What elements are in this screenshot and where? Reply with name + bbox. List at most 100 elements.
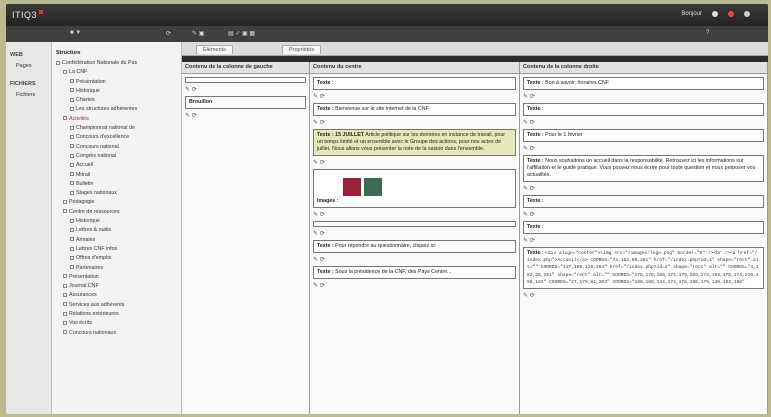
tree-node[interactable]: Accueil (56, 161, 177, 170)
tree-node[interactable]: Confédération Nationale du Pas (56, 59, 177, 68)
save-icon[interactable]: ■ ▼ (70, 30, 81, 36)
expand-icon[interactable] (70, 227, 74, 232)
expand-icon[interactable] (70, 144, 74, 149)
tree-node[interactable]: Congrès national (56, 152, 177, 161)
edit-element-icon[interactable]: ✎ ⟳ (523, 93, 764, 100)
edit-element-icon[interactable]: ✎ ⟳ (313, 93, 516, 100)
nav-item-files[interactable]: Fichiers (10, 90, 47, 100)
nav-item-pages[interactable]: Pages (10, 61, 47, 71)
tree-node[interactable]: Mitrail (56, 171, 177, 180)
content-element[interactable]: Brouillon (185, 96, 306, 109)
expand-icon[interactable] (70, 79, 74, 84)
expand-icon[interactable] (56, 60, 60, 65)
expand-icon[interactable] (63, 283, 67, 288)
expand-icon[interactable] (70, 181, 74, 186)
tree-node[interactable]: Centre de ressources (56, 208, 177, 217)
expand-icon[interactable] (63, 200, 67, 205)
content-element[interactable]: Texte : Nous souhaitons un accueil dans … (523, 155, 764, 182)
expand-icon[interactable] (70, 246, 74, 251)
tree-node[interactable]: Vos écrits (56, 319, 177, 328)
edit-element-icon[interactable]: ✎ ⟳ (313, 159, 516, 166)
view-icon[interactable]: ▤ ✓ ▣ ▦ (228, 30, 255, 37)
expand-icon[interactable] (70, 190, 74, 195)
tree-node[interactable]: Chartes (56, 96, 177, 105)
settings-icon[interactable] (712, 11, 718, 17)
logout-icon[interactable] (744, 11, 750, 17)
edit-element-icon[interactable]: ✎ ⟳ (523, 119, 764, 126)
expand-icon[interactable] (70, 255, 74, 260)
tree-node[interactable]: Championnat national de (56, 124, 177, 133)
tree-node[interactable]: Lettres & outils (56, 226, 177, 235)
expand-icon[interactable] (70, 237, 74, 242)
tree-node[interactable]: Présentation (56, 273, 177, 282)
content-element[interactable]: Texte : (313, 77, 516, 90)
content-element[interactable]: Texte : Pour le 1 février (523, 129, 764, 142)
edit-element-icon[interactable]: ✎ ⟳ (185, 86, 306, 93)
image-thumbnail[interactable] (364, 178, 382, 196)
edit-element-icon[interactable]: ✎ ⟳ (185, 112, 306, 119)
tree-node[interactable]: Historique (56, 217, 177, 226)
expand-icon[interactable] (70, 265, 74, 270)
tree-node[interactable]: Offres d'emploi (56, 254, 177, 263)
edit-icon[interactable]: ✎ ▣ (192, 30, 204, 37)
tree-node[interactable]: Partenaires (56, 264, 177, 273)
expand-icon[interactable] (70, 134, 74, 139)
tree-node[interactable]: Stages nationaux (56, 189, 177, 198)
expand-icon[interactable] (63, 320, 67, 325)
edit-element-icon[interactable]: ✎ ⟳ (523, 237, 764, 244)
edit-element-icon[interactable]: ✎ ⟳ (523, 211, 764, 218)
content-element[interactable]: Texte : Pour répondre au questionnaire, … (313, 240, 516, 253)
expand-icon[interactable] (70, 172, 74, 177)
edit-element-icon[interactable]: ✎ ⟳ (313, 282, 516, 289)
app-logo[interactable]: ITIQ3 (12, 10, 44, 20)
tree-node[interactable]: Concours national (56, 143, 177, 152)
tree-node[interactable]: Concours nationaux (56, 329, 177, 338)
content-element[interactable]: Images : (313, 169, 516, 208)
content-element[interactable]: Texte : (523, 195, 764, 208)
content-element[interactable]: Texte : <div align="center"><img src="/i… (523, 247, 764, 290)
expand-icon[interactable] (63, 116, 67, 121)
notification-icon[interactable] (728, 11, 734, 17)
expand-icon[interactable] (70, 88, 74, 93)
edit-element-icon[interactable]: ✎ ⟳ (523, 185, 764, 192)
tree-node[interactable]: La CNF (56, 68, 177, 77)
help-icon[interactable]: ? (706, 30, 709, 36)
content-element[interactable]: Texte : (523, 103, 764, 116)
edit-element-icon[interactable]: ✎ ⟳ (313, 211, 516, 218)
edit-element-icon[interactable]: ✎ ⟳ (313, 119, 516, 126)
content-element[interactable]: Texte : (523, 221, 764, 234)
tree-node[interactable]: Relations extérieures (56, 310, 177, 319)
expand-icon[interactable] (70, 125, 74, 130)
expand-icon[interactable] (63, 330, 67, 335)
content-element[interactable]: Texte : 15 JUILLET Article politique sur… (313, 129, 516, 156)
tree-node[interactable]: Lettres CNF infos (56, 245, 177, 254)
tree-node[interactable]: Assurances (56, 291, 177, 300)
edit-element-icon[interactable]: ✎ ⟳ (313, 256, 516, 263)
expand-icon[interactable] (70, 218, 74, 223)
content-element[interactable] (313, 221, 516, 227)
tab-elements[interactable]: Éléments (196, 45, 233, 54)
tree-node[interactable]: Annales (56, 236, 177, 245)
expand-icon[interactable] (63, 293, 67, 298)
tree-node[interactable]: Historique (56, 87, 177, 96)
tree-node[interactable]: Pédagogie (56, 198, 177, 207)
content-element[interactable]: Texte : Sous la présidence de la CNF, de… (313, 266, 516, 279)
tree-node[interactable]: Les structures adhérentes (56, 105, 177, 114)
tree-node[interactable]: Concours d'excellence (56, 133, 177, 142)
content-element[interactable]: Texte : Bienvenue sur le site internet d… (313, 103, 516, 116)
edit-element-icon[interactable]: ✎ ⟳ (523, 292, 764, 299)
expand-icon[interactable] (63, 274, 67, 279)
tree-node[interactable]: Activités (56, 115, 177, 124)
edit-element-icon[interactable]: ✎ ⟳ (523, 145, 764, 152)
expand-icon[interactable] (63, 311, 67, 316)
edit-element-icon[interactable]: ✎ ⟳ (313, 230, 516, 237)
tree-node[interactable]: Services aux adhérents (56, 301, 177, 310)
content-element[interactable] (185, 77, 306, 83)
expand-icon[interactable] (70, 107, 74, 112)
tree-node[interactable]: Journal CNF (56, 282, 177, 291)
refresh-icon[interactable]: ⟳ (166, 30, 171, 37)
expand-icon[interactable] (70, 153, 74, 158)
tree-node[interactable]: Bulletin (56, 180, 177, 189)
expand-icon[interactable] (63, 302, 67, 307)
content-element[interactable]: Texte : Bon à savoir: horaires CNF (523, 77, 764, 90)
